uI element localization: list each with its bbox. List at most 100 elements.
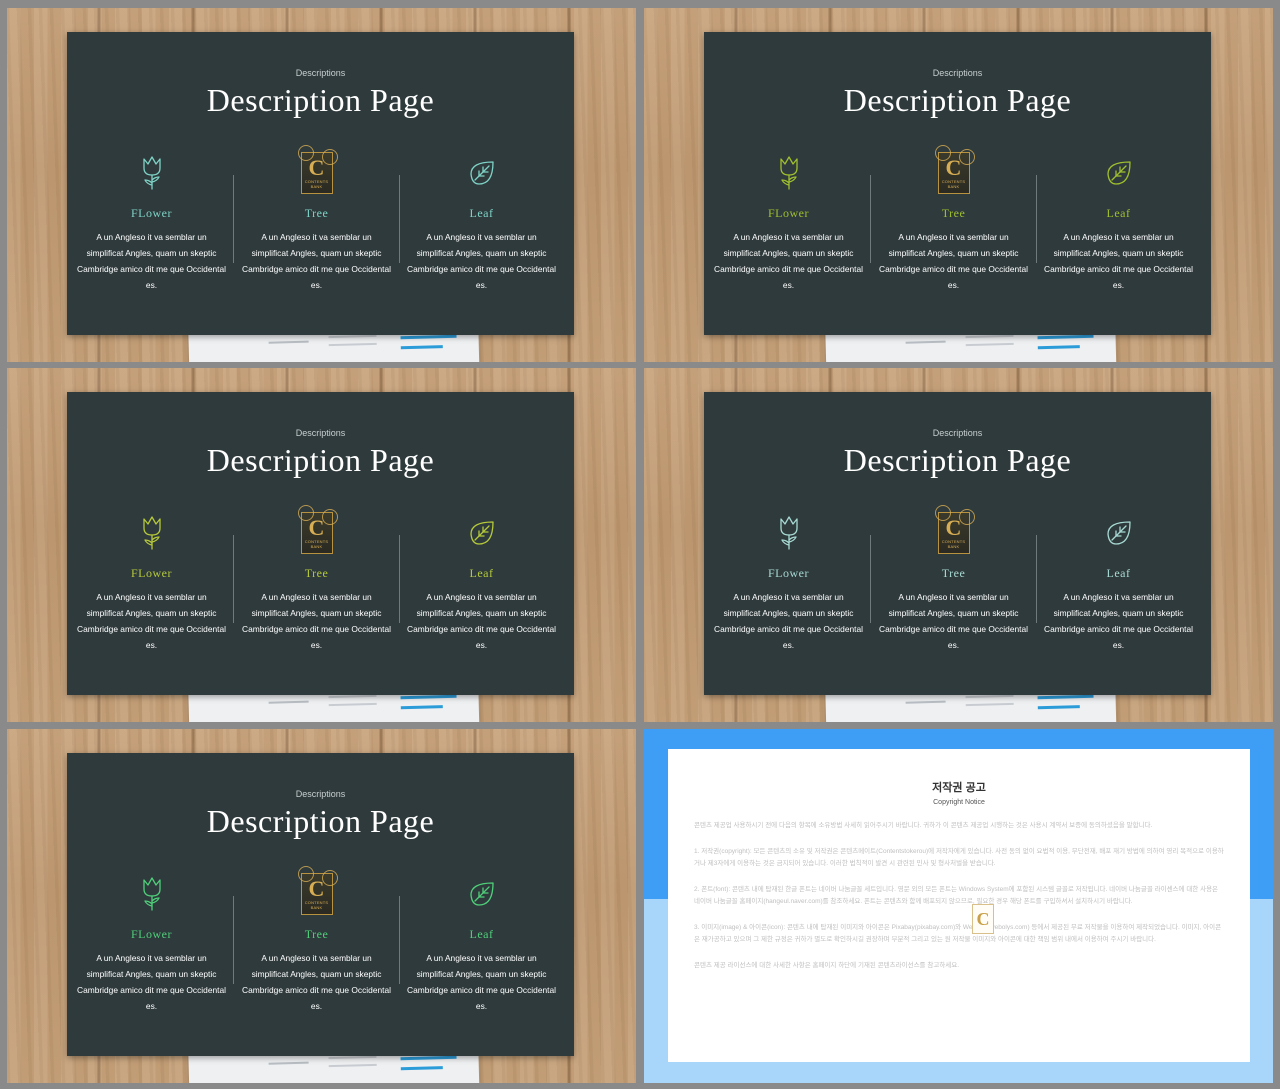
copyright-paragraph: 2. 폰트(font): 콘텐츠 내에 탑재된 한글 폰트는 네이버 나눔글꼴 … [694,886,1219,905]
contents-logo: C CONTENTS BANK [232,145,401,194]
column-name: Tree [941,566,966,580]
column-name: FLower [131,566,172,580]
column-name: FLower [768,566,809,580]
column-name: Tree [304,927,329,941]
column-text: A un Angleso it va semblar un simplifica… [77,953,226,1011]
column-text: A un Angleso it va semblar un simplifica… [242,592,391,650]
leaf-icon [397,512,566,554]
column-name: Tree [941,206,966,220]
paper-line [328,694,377,699]
slide-kicker: Descriptions [295,428,346,438]
slide-title: Description Page [206,803,435,839]
column-leaf: Leaf A un Angleso it va semblar un simpl… [397,512,566,653]
column-leaf: Leaf A un Angleso it va semblar un simpl… [397,152,566,293]
copyright-page: 저작권 공고 Copyright Notice 콘텐츠 제공업 사용하시기 전에… [668,749,1250,1062]
column-flower: FLower A un Angleso it va semblar un sim… [67,512,236,653]
column-leaf: Leaf A un Angleso it va semblar un simpl… [1034,512,1203,653]
column-text: A un Angleso it va semblar un simplifica… [77,592,226,650]
leaf-icon [1034,512,1203,554]
paper-line [268,1061,309,1065]
slide-title: Description Page [206,82,435,118]
copyright-thumbnail[interactable]: 저작권 공고 Copyright Notice 콘텐츠 제공업 사용하시기 전에… [644,729,1273,1083]
description-slide: Descriptions Description Page FLower A u… [704,32,1211,335]
column-flower: FLower A un Angleso it va semblar un sim… [67,152,236,293]
column-text: A un Angleso it va semblar un simplifica… [1044,592,1193,650]
slide-thumbnail[interactable]: Descriptions Description Page FLower A u… [644,8,1273,362]
column-text: A un Angleso it va semblar un simplifica… [242,953,391,1011]
paper-line [965,694,1014,699]
paper-line [268,340,309,344]
paper-bar [400,345,443,350]
slide-thumbnail[interactable]: Descriptions Description Page FLower A u… [7,8,636,362]
contents-logo: C CONTENTS BANK [869,145,1038,194]
paper-line [328,1063,377,1068]
paper-bar [400,705,443,710]
column-text: A un Angleso it va semblar un simplifica… [714,592,863,650]
copyright-paragraph: 1. 저작권(copyright): 모든 콘텐츠의 소유 및 저작권은 콘텐츠… [694,848,1224,867]
column-name: Leaf [1106,566,1131,580]
slide-thumbnail[interactable]: Descriptions Description Page FLower A u… [7,729,636,1083]
paper-line [268,700,309,704]
paper-bar [1037,345,1080,350]
contents-logo-small: C [972,904,994,934]
column-name: Leaf [469,206,494,220]
tulip-icon [704,512,873,554]
paper-line [328,702,377,707]
column-name: FLower [768,206,809,220]
column-text: A un Angleso it va semblar un simplifica… [242,232,391,290]
column-tree: C CONTENTS BANK Tree A un Angleso it va se… [232,505,401,653]
column-text: A un Angleso it va semblar un simplifica… [879,232,1028,290]
paper-line [328,1055,377,1060]
paper-line [328,342,377,347]
description-slide: Descriptions Description Page FLower A u… [67,392,574,695]
paper-line [965,702,1014,707]
column-name: FLower [131,927,172,941]
paper-line [965,342,1014,347]
tulip-icon [67,152,236,194]
paper-bar [1037,334,1094,340]
column-flower: FLower A un Angleso it va semblar un sim… [704,152,873,293]
slide-thumbnail[interactable]: Descriptions Description Page FLower A u… [7,368,636,722]
column-text: A un Angleso it va semblar un simplifica… [77,232,226,290]
column-text: A un Angleso it va semblar un simplifica… [407,232,556,290]
copyright-title: 저작권 공고 [932,782,986,794]
slide-thumbnail[interactable]: Descriptions Description Page FLower A u… [644,368,1273,722]
paper-line [905,340,946,344]
column-name: Tree [304,566,329,580]
column-text: A un Angleso it va semblar un simplifica… [879,592,1028,650]
paper-bar [400,334,457,340]
description-slide: Descriptions Description Page FLower A u… [67,753,574,1056]
column-tree: C CONTENTS BANK Tree A un Angleso it va se… [232,145,401,293]
slide-kicker: Descriptions [932,68,983,78]
column-name: Leaf [469,566,494,580]
slide-title: Description Page [843,82,1072,118]
leaf-icon [397,152,566,194]
description-slide: Descriptions Description Page FLower A u… [704,392,1211,695]
copyright-paragraph: 콘텐츠 제공 라이선스에 대한 사세한 사항은 홈페이지 하단에 기재된 콘텐츠… [694,962,960,969]
slide-kicker: Descriptions [295,68,346,78]
slide-title: Description Page [206,442,435,478]
paper-line [965,334,1014,339]
paper-bar [1037,705,1080,710]
column-name: Tree [304,206,329,220]
slide-kicker: Descriptions [295,789,346,799]
copyright-subtitle: Copyright Notice [933,799,985,806]
column-text: A un Angleso it va semblar un simplifica… [407,953,556,1011]
description-slide: Descriptions Description Page FLower A u… [67,32,574,335]
paper-bar [400,1066,443,1071]
contents-logo: C CONTENTS BANK [232,505,401,554]
slide-kicker: Descriptions [932,428,983,438]
column-tree: C CONTENTS BANK Tree A un Angleso it va se… [232,866,401,1014]
column-text: A un Angleso it va semblar un simplifica… [714,232,863,290]
column-name: FLower [131,206,172,220]
copyright-paragraph: 콘텐츠 제공업 사용하시기 전에 다음의 항목에 소유방법 사세히 읽어주시기 … [694,822,1153,829]
column-leaf: Leaf A un Angleso it va semblar un simpl… [397,873,566,1014]
column-tree: C CONTENTS BANK Tree A un Angleso it va se… [869,505,1038,653]
tulip-icon [704,152,873,194]
paper-line [328,334,377,339]
tulip-icon [67,512,236,554]
slide-title: Description Page [843,442,1072,478]
leaf-icon [397,873,566,915]
column-text: A un Angleso it va semblar un simplifica… [407,592,556,650]
paper-bar [400,1055,457,1061]
